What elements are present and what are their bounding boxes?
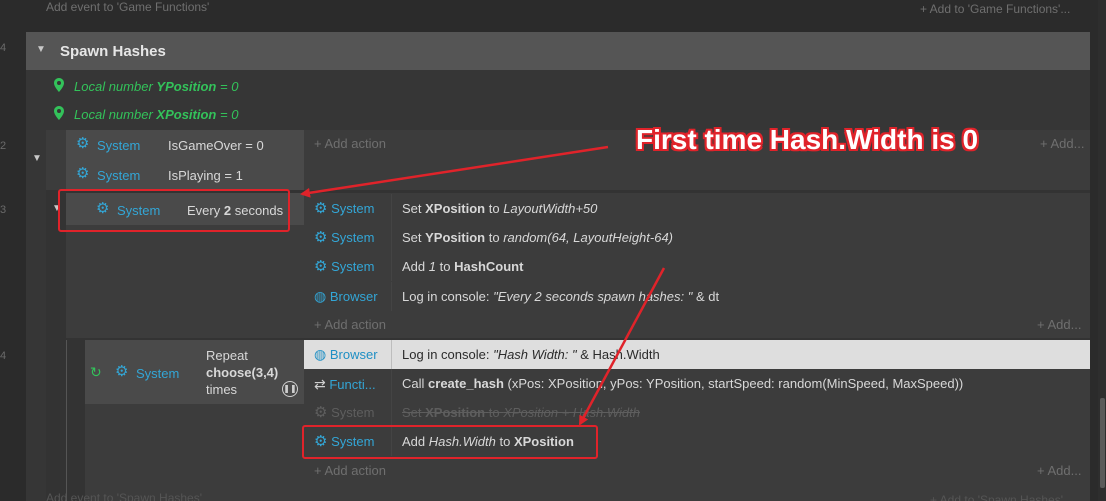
arrow-to-action: [578, 267, 666, 426]
arrow-to-condition: [300, 145, 609, 198]
annotation-arrows: [300, 145, 666, 426]
